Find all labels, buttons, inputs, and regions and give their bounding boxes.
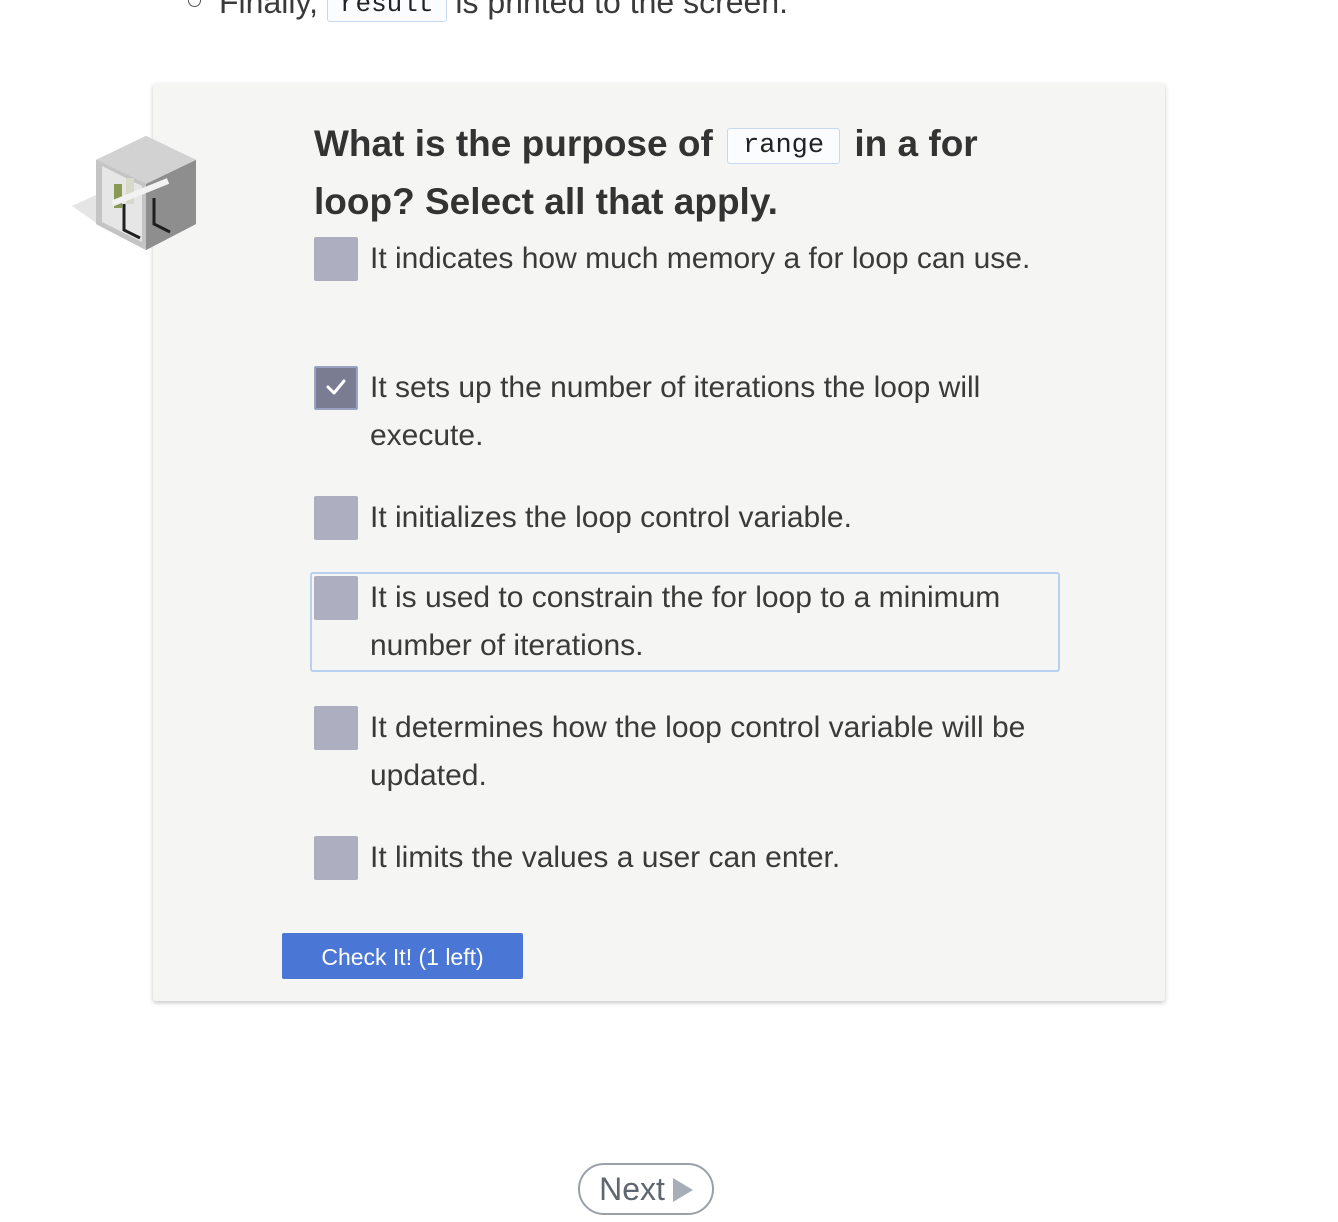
- option-label: It initializes the loop control variable…: [370, 501, 852, 534]
- option-label: It determines how the loop control varia…: [370, 711, 1026, 792]
- option-label: It sets up the number of iterations the …: [370, 371, 981, 452]
- checkbox-unchecked[interactable]: [314, 237, 358, 281]
- option-memory[interactable]: It indicates how much memory a for loop …: [310, 233, 1060, 285]
- option-label: It is used to constrain the for loop to …: [370, 581, 1001, 662]
- next-button[interactable]: Next: [578, 1163, 714, 1215]
- bullet-text-before: Finally,: [219, 0, 318, 20]
- check-it-button[interactable]: Check It! (1 left): [282, 933, 523, 979]
- inline-code-result: result: [326, 0, 447, 22]
- next-button-label: Next: [599, 1171, 665, 1207]
- option-user-values[interactable]: It limits the values a user can enter.: [310, 832, 1060, 884]
- question-cube-icon: [68, 134, 200, 254]
- bullet-circle-icon: [188, 0, 201, 7]
- bullet-text-after: is printed to the screen.: [455, 0, 789, 20]
- checkbox-checked[interactable]: [314, 366, 358, 410]
- checkbox-unchecked[interactable]: [314, 836, 358, 880]
- option-minimum-iterations[interactable]: It is used to constrain the for loop to …: [310, 572, 1060, 672]
- play-triangle-icon: [672, 1178, 693, 1202]
- question-text-before: What is the purpose of: [314, 123, 713, 164]
- checkmark-icon: [326, 379, 346, 395]
- option-label: It limits the values a user can enter.: [370, 841, 841, 874]
- inline-code-range: range: [727, 128, 841, 164]
- previous-bullet-item: Finally, result is printed to the screen…: [188, 0, 788, 22]
- option-initializes[interactable]: It initializes the loop control variable…: [310, 492, 1060, 544]
- option-iterations[interactable]: It sets up the number of iterations the …: [310, 362, 1060, 462]
- checkbox-unchecked[interactable]: [314, 706, 358, 750]
- checkbox-unchecked[interactable]: [314, 496, 358, 540]
- option-update[interactable]: It determines how the loop control varia…: [310, 702, 1060, 802]
- option-label: It indicates how much memory a for loop …: [370, 242, 1031, 275]
- checkbox-unchecked[interactable]: [314, 576, 358, 620]
- question-text: What is the purpose of range in a for lo…: [314, 115, 1054, 231]
